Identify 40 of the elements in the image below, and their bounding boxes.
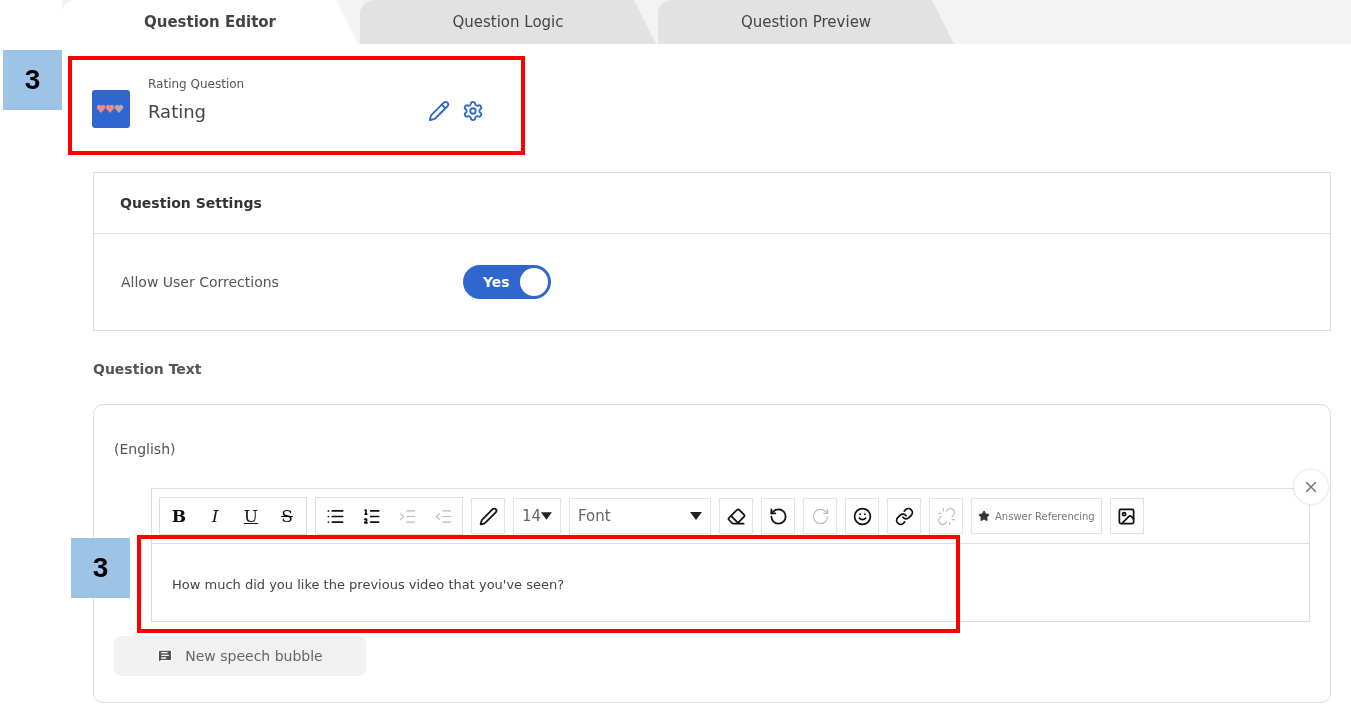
rating-hearts-icon xyxy=(92,90,130,128)
text-color-button[interactable] xyxy=(471,498,505,534)
setting-label: Allow User Corrections xyxy=(121,274,280,290)
section-label: Question Text xyxy=(93,361,203,377)
question-name: Rating xyxy=(148,101,208,122)
image-icon xyxy=(1117,506,1137,526)
redo-icon xyxy=(810,506,830,526)
smiley-icon xyxy=(852,506,872,526)
tab[interactable]: Question Logic xyxy=(360,0,656,44)
numbered-list-icon xyxy=(361,506,381,526)
font-dropdown[interactable]: Font xyxy=(569,498,711,534)
toggle-switch[interactable]: Yes xyxy=(463,265,551,299)
font-size-dropdown[interactable]: 14 xyxy=(513,498,561,534)
pen-icon xyxy=(478,506,498,526)
text-editor[interactable]: B I U S 14 Font Answer Referencing How much did you like the previous video that you've seen? xyxy=(151,488,1310,622)
image-button[interactable] xyxy=(1109,498,1144,534)
language-label: (English) xyxy=(113,440,177,457)
caret-icon xyxy=(690,512,702,520)
step-badge: 3 xyxy=(3,50,62,110)
answer-referencing-button[interactable]: Answer Referencing xyxy=(971,498,1102,534)
unlink-icon xyxy=(936,506,956,526)
caret-icon xyxy=(541,512,552,520)
link-button[interactable] xyxy=(887,498,921,534)
settings-icon[interactable] xyxy=(462,100,484,122)
edit-icon[interactable] xyxy=(428,100,450,122)
emoji-button[interactable] xyxy=(845,498,879,534)
tab[interactable]: Question Preview xyxy=(658,0,954,44)
step-badge: 3 xyxy=(71,538,130,598)
card-title: Question Settings xyxy=(94,173,1330,234)
clear-format-button[interactable] xyxy=(719,498,753,534)
star-icon xyxy=(978,510,990,522)
undo-icon xyxy=(768,506,788,526)
question-text: How much did you like the previous video that you've seen? xyxy=(172,577,565,592)
tab[interactable]: Question Editor xyxy=(62,0,358,44)
question-type-label: Rating Question xyxy=(148,77,246,91)
eraser-icon xyxy=(726,506,746,526)
speech-bubble-icon xyxy=(157,648,174,664)
undo-button[interactable] xyxy=(761,498,795,534)
link-icon xyxy=(894,506,914,526)
new-speech-bubble-button[interactable]: New speech bubble xyxy=(114,636,366,676)
